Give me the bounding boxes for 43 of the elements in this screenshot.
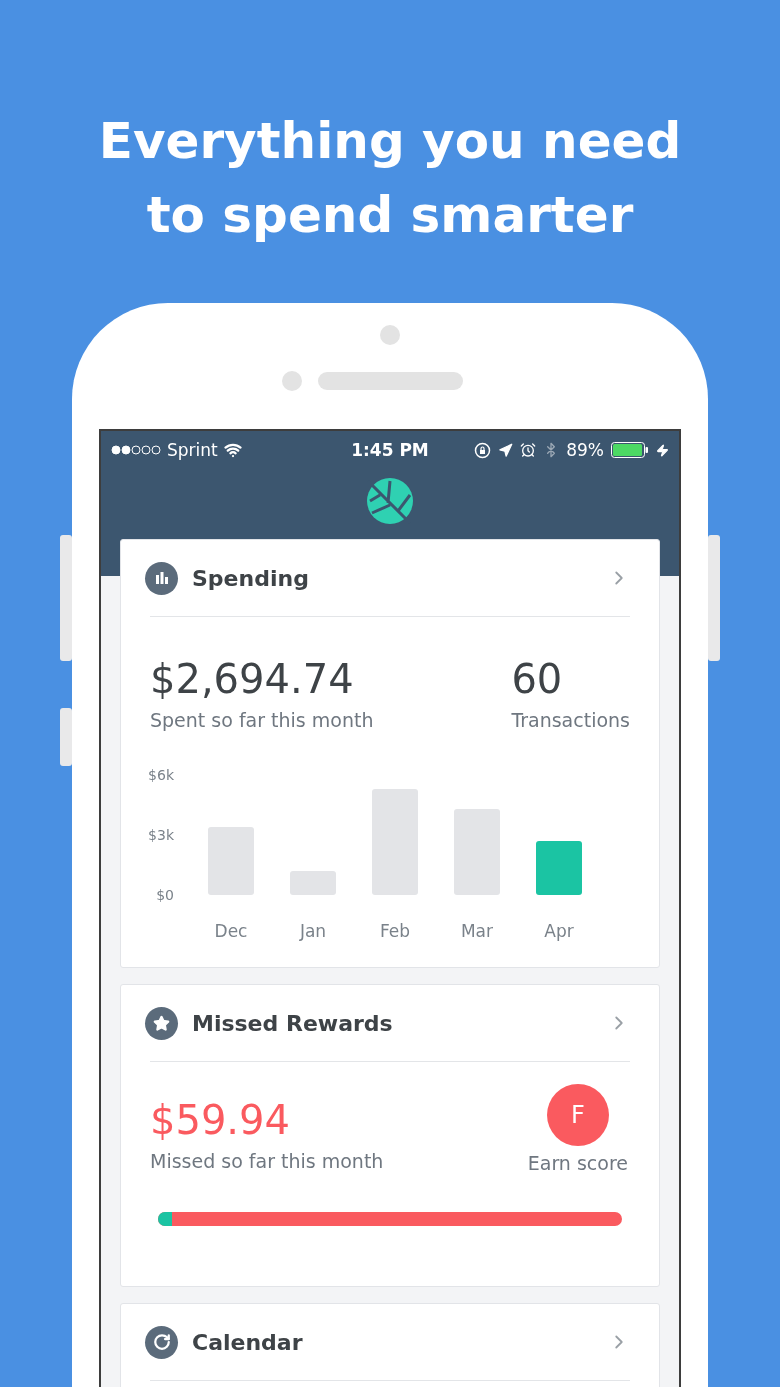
bar-chart-icon bbox=[154, 571, 169, 585]
clock-time: 1:45 PM bbox=[351, 440, 429, 460]
headline: to spend smarter bbox=[146, 185, 634, 246]
chart-bar bbox=[208, 827, 254, 895]
charging-icon bbox=[656, 443, 669, 457]
axis-label: Jan bbox=[299, 921, 327, 941]
calendar-card[interactable]: Calendar bbox=[120, 1303, 660, 1387]
location-arrow-icon bbox=[498, 442, 514, 458]
missed-amount: $59.94 bbox=[150, 1096, 291, 1144]
card-title: Calendar bbox=[192, 1329, 304, 1355]
phone-camera bbox=[380, 325, 400, 345]
phone-sensor bbox=[281, 371, 302, 391]
battery-percent: 89% bbox=[566, 440, 604, 460]
signal-icon bbox=[111, 445, 161, 455]
battery-icon bbox=[611, 442, 649, 458]
axis-label: Feb bbox=[379, 921, 411, 941]
transaction-count: 60 bbox=[511, 655, 564, 703]
spending-card[interactable]: Spending $2,694.74 Spent so far this month 60 Transactions $6k $3k $0 Dec Jan Feb Mar Apr bbox=[120, 539, 660, 968]
axis-label: $0 bbox=[156, 887, 174, 903]
wifi-icon bbox=[223, 441, 242, 459]
grade-badge: F bbox=[546, 1084, 609, 1146]
alarm-icon bbox=[520, 442, 537, 458]
card-title: Missed Rewards bbox=[192, 1010, 394, 1036]
missed-rewards-card[interactable]: Missed Rewards $59.94 Missed so far this month F Earn score bbox=[120, 984, 660, 1287]
chart-bar bbox=[290, 871, 336, 895]
chart-bar bbox=[536, 841, 582, 895]
transaction-label: Transactions bbox=[511, 709, 630, 731]
star-icon bbox=[153, 1014, 170, 1032]
headline: Everything you need bbox=[98, 111, 682, 172]
axis-label: $3k bbox=[148, 827, 174, 843]
card-title: Spending bbox=[192, 565, 310, 591]
refresh-icon bbox=[152, 1333, 171, 1351]
spent-label: Spent so far this month bbox=[150, 709, 374, 731]
axis-label: Apr bbox=[544, 921, 574, 941]
leaf-logo bbox=[366, 477, 414, 525]
axis-label: $6k bbox=[148, 767, 174, 783]
axis-label: Mar bbox=[460, 921, 494, 941]
carrier-name: Sprint bbox=[167, 440, 218, 460]
spent-amount: $2,694.74 bbox=[150, 655, 355, 703]
axis-label: Dec bbox=[214, 921, 248, 941]
rotation-lock-icon bbox=[474, 441, 492, 459]
grade-label: Earn score bbox=[527, 1152, 628, 1174]
missed-label: Missed so far this month bbox=[150, 1150, 384, 1172]
